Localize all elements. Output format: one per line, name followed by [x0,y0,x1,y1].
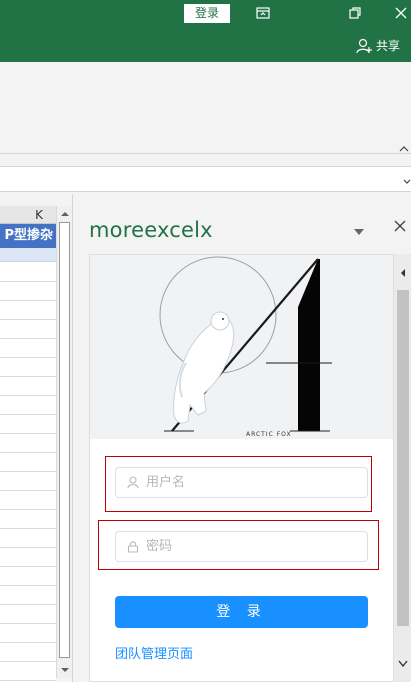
ribbon [0,62,411,154]
login-button[interactable]: 登录 [184,4,230,23]
login-form: 用户名 密码 登 录 团队管理页面 [90,439,393,681]
grid-row-line [0,452,56,453]
pane-vertical-scrollbar[interactable] [394,254,411,682]
grid-row-line [0,338,56,339]
grid-row-line [0,414,56,415]
grid-row-line [0,528,56,529]
arctic-fox-logo-image: ARCTIC FOX [90,255,393,439]
addin-task-pane: moreexcelx ARCTIC FOX 用户名 密码 登 录 团队管理页面 [72,194,411,682]
grid-row-line [0,281,56,282]
scroll-left-arrow-icon[interactable] [399,268,407,278]
grid-row-line [0,680,56,681]
collapse-ribbon-icon[interactable] [399,142,409,156]
grid-row-line [0,319,56,320]
scroll-down-arrow-icon[interactable] [59,664,71,676]
grid-row-line [0,300,56,301]
column-header-k[interactable]: K [0,206,56,224]
username-input[interactable]: 用户名 [115,467,368,498]
login-submit-button[interactable]: 登 录 [115,596,368,628]
selected-cell[interactable] [0,248,56,262]
formula-bar[interactable] [0,166,411,192]
close-window-icon[interactable] [391,4,411,22]
title-bar: 登录 共享 [0,0,411,62]
grid-row-line [0,547,56,548]
grid-row-line [0,661,56,662]
username-placeholder: 用户名 [146,475,186,490]
grid-row-line [0,490,56,491]
password-input[interactable]: 密码 [115,531,368,562]
pane-options-dropdown-icon[interactable] [354,224,364,238]
scroll-down-arrow-icon[interactable] [398,658,408,668]
pane-close-icon[interactable] [394,220,406,235]
svg-text:ARCTIC FOX: ARCTIC FOX [246,431,292,438]
grid-row-line [0,509,56,510]
scroll-thumb[interactable] [59,222,70,658]
expand-formula-bar-icon[interactable] [403,175,411,189]
team-admin-link[interactable]: 团队管理页面 [115,643,193,662]
grid-row-line [0,395,56,396]
grid-row-line [0,471,56,472]
pane-title: moreexcelx [89,218,213,242]
grid-row-line [0,623,56,624]
grid-row-line [0,376,56,377]
grid-row-line [0,642,56,643]
grid-row-line [0,585,56,586]
addin-content: ARCTIC FOX 用户名 密码 登 录 团队管理页面 [89,254,394,682]
password-placeholder: 密码 [146,539,173,554]
share-person-icon [356,38,372,54]
user-icon [127,476,139,489]
ribbon-display-options-icon[interactable] [253,4,273,22]
restore-window-icon[interactable] [345,4,365,22]
grid-row-line [0,357,56,358]
lock-icon [127,541,139,553]
scroll-up-arrow-icon[interactable] [59,208,71,220]
pane-scroll-thumb[interactable] [397,290,409,626]
header-cell[interactable]: P型掺杂 [0,224,56,248]
share-button[interactable]: 共享 [356,37,411,55]
grid-row-line [0,433,56,434]
worksheet-grid[interactable]: K P型掺杂 [0,206,56,682]
sheet-vertical-scrollbar[interactable] [56,206,72,678]
grid-row-line [0,604,56,605]
grid-row-line [0,566,56,567]
share-label: 共享 [376,39,401,53]
